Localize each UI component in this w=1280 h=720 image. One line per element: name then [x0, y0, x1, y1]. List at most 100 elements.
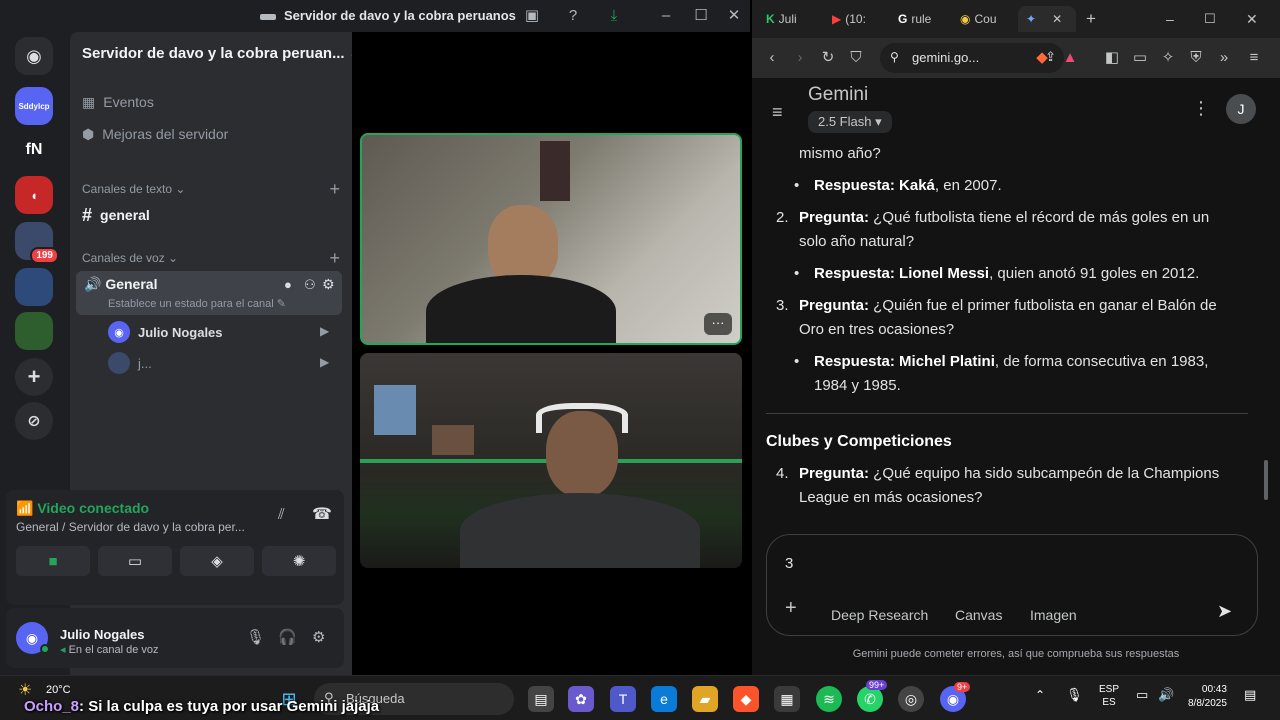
guild-sddylcp[interactable]: Sddylcp: [15, 87, 53, 125]
soundboard-button[interactable]: ✺: [262, 546, 336, 576]
microphone-tray-icon[interactable]: 🎙: [1066, 687, 1083, 703]
guild-photo-2[interactable]: [15, 268, 53, 306]
activity-button[interactable]: ◈: [180, 546, 254, 576]
notification-icon[interactable]: ▤: [1244, 687, 1256, 703]
weather-temp: 20°C: [46, 684, 71, 696]
add-voice-channel-icon[interactable]: +: [329, 249, 340, 267]
forward-icon[interactable]: ›: [790, 48, 810, 68]
tab[interactable]: K Juli: [766, 6, 797, 32]
guild-fn[interactable]: fN: [15, 131, 53, 169]
tray-overflow-icon[interactable]: ⌃: [1035, 688, 1045, 702]
back-icon[interactable]: ‹: [762, 48, 782, 68]
camera-button[interactable]: ■: [16, 546, 90, 576]
kick-icon: K: [766, 12, 775, 26]
microphone-icon[interactable]: 🎙: [246, 628, 265, 646]
prompt-input[interactable]: 3 + Deep Research Canvas Imagen ➤: [766, 534, 1258, 636]
edge-icon[interactable]: e: [651, 686, 677, 712]
guild-photo-1[interactable]: 199: [15, 222, 59, 264]
add-text-channel-icon[interactable]: +: [329, 180, 340, 198]
voice-location[interactable]: General / Servidor de davo y la cobra pe…: [16, 520, 245, 534]
category-voice[interactable]: Canales de voz ⌄: [82, 251, 178, 265]
minimize-icon[interactable]: –: [1166, 6, 1174, 32]
send-icon[interactable]: ➤: [1217, 601, 1232, 622]
voice-user[interactable]: j...: [108, 350, 152, 376]
headphones-icon[interactable]: 🎧: [278, 628, 297, 646]
brave-rewards-icon[interactable]: ▲: [1060, 48, 1080, 68]
user-settings-icon[interactable]: ⚙: [312, 628, 325, 646]
invite-icon[interactable]: ⚇: [304, 277, 316, 293]
menu-icon[interactable]: ≡: [1244, 48, 1264, 68]
leo-icon[interactable]: ✧: [1158, 48, 1178, 68]
google-icon: G: [898, 12, 908, 26]
close-icon[interactable]: ✕: [724, 6, 744, 26]
volume-icon[interactable]: 🔊: [1158, 687, 1174, 703]
close-icon[interactable]: ✕: [1246, 6, 1258, 32]
menu-events[interactable]: ▦ Eventos: [82, 90, 154, 114]
tab[interactable]: Grule: [898, 6, 931, 32]
help-icon[interactable]: ?: [563, 6, 583, 26]
discover-icon[interactable]: ⊘: [15, 402, 53, 440]
download-icon[interactable]: ⤓: [604, 6, 624, 26]
guild-among-us[interactable]: ◖: [15, 176, 53, 214]
inbox-icon[interactable]: ▣: [522, 6, 542, 26]
minimize-icon[interactable]: –: [656, 6, 676, 26]
account-avatar[interactable]: J: [1226, 94, 1256, 124]
store-icon[interactable]: ▦: [774, 686, 800, 712]
add-server-icon[interactable]: +: [15, 358, 53, 396]
add-attachment-icon[interactable]: +: [785, 597, 797, 620]
voice-connected-status: 📶 Video conectado: [16, 500, 150, 516]
bookmark-icon[interactable]: ⛉: [846, 48, 866, 68]
spotify-icon[interactable]: ≋: [816, 686, 842, 712]
settings-icon[interactable]: ⚙: [322, 276, 335, 293]
weather-icon[interactable]: ☀: [18, 680, 32, 700]
maximize-icon[interactable]: ☐: [1204, 6, 1216, 32]
noise-suppression-icon[interactable]: ⫽: [278, 506, 285, 523]
more-options-icon[interactable]: ⋮: [1192, 98, 1210, 119]
reload-icon[interactable]: ↻: [818, 48, 838, 68]
hamburger-menu-icon[interactable]: ≡: [772, 102, 783, 123]
vpn-icon[interactable]: ⛨: [1186, 48, 1206, 68]
maximize-icon[interactable]: ☐: [691, 6, 711, 26]
guild-photo-3[interactable]: [15, 312, 53, 350]
language-indicator[interactable]: ESP ES: [1099, 683, 1119, 709]
more-tools-icon[interactable]: »: [1214, 48, 1234, 68]
brave-shield-icon[interactable]: ◆: [1032, 48, 1052, 68]
prompt-text[interactable]: 3: [785, 555, 793, 572]
image-button[interactable]: Imagen: [1030, 607, 1077, 623]
canvas-button[interactable]: Canvas: [955, 607, 1002, 623]
site-info-icon[interactable]: ⚲: [890, 50, 899, 64]
chat-icon[interactable]: ●: [284, 277, 292, 292]
model-selector[interactable]: 2.5 Flash ▾: [808, 111, 892, 133]
disconnect-icon[interactable]: ☎: [312, 504, 332, 524]
screen-share-button[interactable]: ▭: [98, 546, 172, 576]
teams-icon[interactable]: T: [610, 686, 636, 712]
tab-gemini-active[interactable]: ✦ ✕: [1018, 6, 1076, 32]
voice-channel-general[interactable]: 🔊 General Establece un estado para el ca…: [76, 271, 342, 315]
file-explorer-icon[interactable]: ▰: [692, 686, 718, 712]
video-tile[interactable]: [360, 353, 742, 568]
deep-research-button[interactable]: Deep Research: [831, 607, 928, 623]
app-icon[interactable]: ◎: [898, 686, 924, 712]
discord-home-icon[interactable]: ◉: [15, 37, 53, 75]
copilot-icon[interactable]: ✿: [568, 686, 594, 712]
new-tab-icon[interactable]: +: [1086, 6, 1096, 32]
tab[interactable]: ◉ Cou: [960, 6, 997, 32]
more-options-icon[interactable]: ···: [704, 313, 732, 335]
set-status-hint[interactable]: Establece un estado para el canal ✎: [108, 297, 286, 310]
scrollbar-thumb[interactable]: [1264, 460, 1268, 500]
server-name[interactable]: Servidor de davo y la cobra peruan... ⌄: [70, 32, 361, 76]
tab-close-icon[interactable]: ✕: [1052, 12, 1062, 26]
category-text[interactable]: Canales de texto ⌄: [82, 182, 185, 196]
task-view-icon[interactable]: ▤: [528, 686, 554, 712]
menu-server-boosts[interactable]: ⬢ Mejoras del servidor: [82, 122, 228, 146]
network-icon[interactable]: ▭: [1136, 687, 1148, 703]
voice-user[interactable]: ◉ Julio Nogales: [108, 319, 223, 345]
youtube-icon: ▶: [832, 12, 842, 26]
brave-icon[interactable]: ◆: [733, 686, 759, 712]
sidebar-icon[interactable]: ◧: [1102, 48, 1122, 68]
tab[interactable]: ▶ (10:: [832, 6, 866, 32]
clock[interactable]: 00:43 8/8/2025: [1188, 683, 1227, 711]
channel-general-text[interactable]: # general: [82, 203, 150, 227]
video-tile-speaking[interactable]: ···: [360, 133, 742, 345]
wallet-icon[interactable]: ▭: [1130, 48, 1150, 68]
